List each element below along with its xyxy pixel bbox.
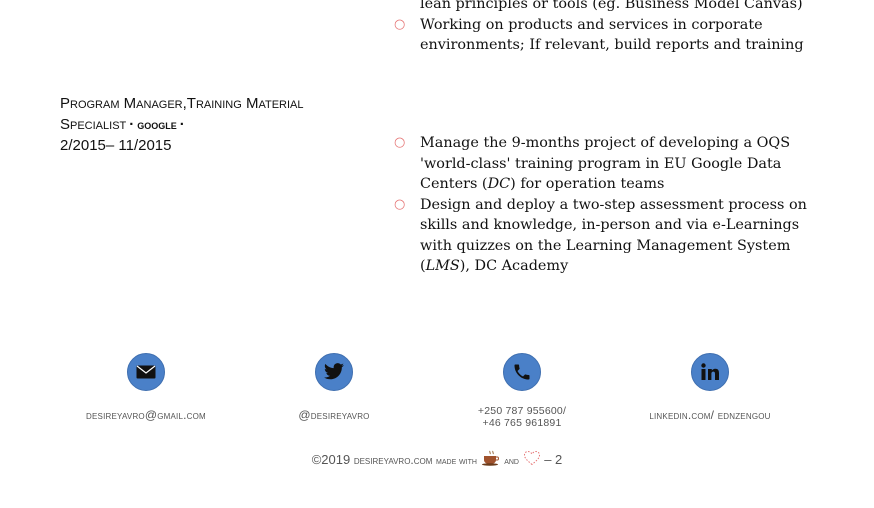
- separator-dot: ·: [179, 116, 185, 133]
- job-title: Program Manager,Training Material Specia…: [60, 93, 360, 135]
- footer-made-with: made with: [436, 456, 477, 467]
- bullet-text-after: ), DC Academy: [459, 258, 569, 274]
- bullet-item: ○ Design and deploy a two-step assessmen…: [394, 195, 814, 277]
- bullet-abbrev: LMS: [425, 258, 460, 274]
- bullet-marker: ○: [394, 16, 406, 32]
- copyright: ©2019: [311, 452, 351, 467]
- linkedin-icon[interactable]: [691, 353, 729, 391]
- twitter-icon[interactable]: [315, 353, 353, 391]
- company-name: google: [137, 117, 177, 132]
- bullet-item: lean principles or tools (eg. Business M…: [394, 0, 814, 15]
- job-title-line2: Specialist: [60, 116, 127, 133]
- job-meta: Program Manager,Training Material Specia…: [60, 93, 360, 156]
- bullet-abbrev: DC: [487, 176, 511, 192]
- page-number: – 2: [544, 452, 563, 467]
- footer-and: and: [504, 456, 519, 467]
- twitter-link[interactable]: @desireyavro: [244, 408, 424, 422]
- bullet-marker: ○: [394, 196, 406, 212]
- job-bullets: ○ Manage the 9-months project of develop…: [394, 133, 814, 277]
- job-title-line1: Program Manager,Training Material: [60, 95, 304, 112]
- bullet-text: lean principles or tools (eg. Business M…: [420, 0, 803, 12]
- email-link[interactable]: desireyavro@gmail.com: [56, 408, 236, 422]
- coffee-icon: [481, 450, 505, 467]
- contact-linkedin[interactable]: linkedin.com/ ednzengou: [620, 353, 800, 422]
- previous-job-bullets: lean principles or tools (eg. Business M…: [394, 0, 814, 56]
- contact-bar: desireyavro@gmail.com @desireyavro +250 …: [0, 353, 874, 433]
- bullet-item: ○ Working on products and services in co…: [394, 15, 814, 56]
- separator-dot: ·: [129, 116, 135, 133]
- phone-icon[interactable]: [503, 353, 541, 391]
- bullet-marker: ○: [394, 135, 406, 150]
- contact-email[interactable]: desireyavro@gmail.com: [56, 353, 236, 422]
- bullet-text: Working on products and services in corp…: [420, 16, 804, 54]
- phone-number-2[interactable]: +46 765 961891: [432, 417, 612, 429]
- phone-number-1[interactable]: +250 787 955600/: [432, 405, 612, 417]
- envelope-icon[interactable]: [127, 353, 165, 391]
- page-footer: ©2019 desireyavro.com made with and – 2: [0, 450, 874, 467]
- linkedin-link[interactable]: linkedin.com/ ednzengou: [620, 408, 800, 422]
- phone-numbers[interactable]: +250 787 955600/ +46 765 961891: [432, 405, 612, 429]
- bullet-item: ○ Manage the 9-months project of develop…: [394, 133, 814, 195]
- contact-twitter[interactable]: @desireyavro: [244, 353, 424, 422]
- job-dates: 2/2015– 11/2015: [60, 137, 172, 154]
- contact-phone[interactable]: +250 787 955600/ +46 765 961891: [432, 353, 612, 429]
- footer-site-link[interactable]: desireyavro.com: [354, 453, 433, 467]
- bullet-text-after: ) for operation teams: [510, 176, 665, 192]
- heart-icon: [523, 450, 545, 467]
